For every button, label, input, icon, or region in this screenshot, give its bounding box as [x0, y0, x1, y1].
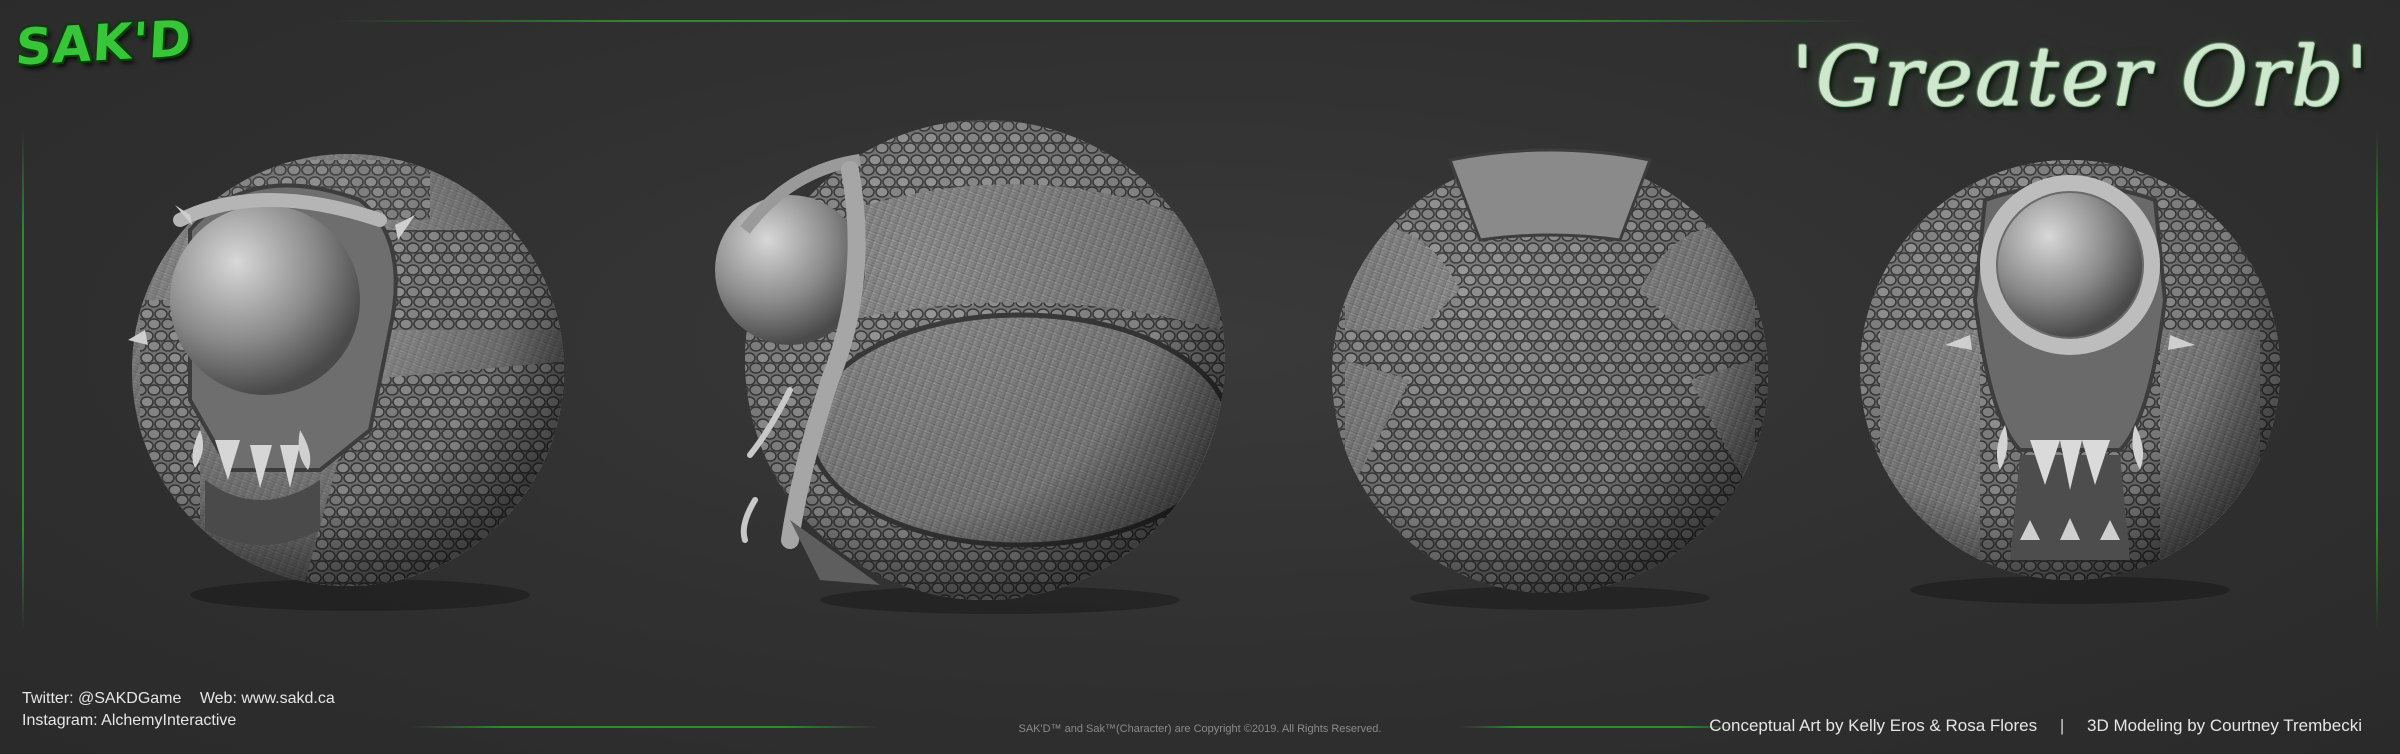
orb-view-back [1332, 148, 1768, 610]
orb-view-front [1860, 160, 2280, 604]
orb-view-three-quarter [128, 154, 564, 611]
modeling-credit: 3D Modeling by Courtney Trembecki [2087, 716, 2362, 735]
credits-separator: | [2059, 716, 2065, 735]
concept-credit: Conceptual Art by Kelly Eros & Rosa Flor… [1709, 716, 2038, 735]
twitter-handle[interactable]: Twitter: @SAKDGame [22, 690, 181, 707]
orb-view-side [715, 120, 1225, 614]
credits: Conceptual Art by Kelly Eros & Rosa Flor… [1709, 716, 2362, 736]
website-link[interactable]: Web: www.sakd.ca [200, 690, 335, 707]
artwork-frame: SAK'D 'Greater Orb' Twitter: @SAKDGame W… [0, 0, 2400, 754]
orb-views [128, 120, 2280, 614]
